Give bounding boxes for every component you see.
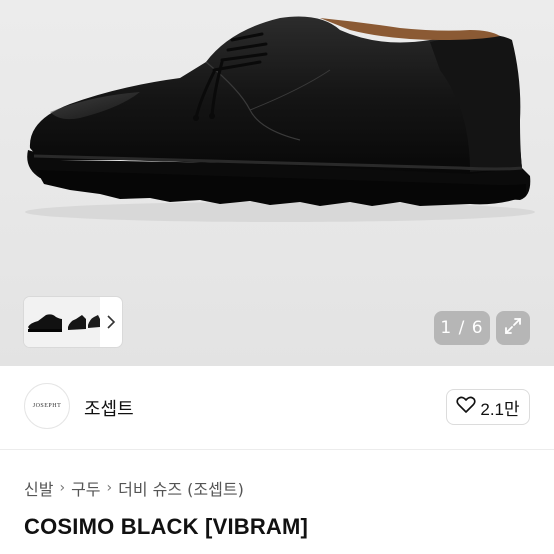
shop-logo[interactable]: JOSEPHT xyxy=(24,383,70,429)
thumbnail-image[interactable] xyxy=(24,297,100,347)
chevron-right-icon[interactable] xyxy=(106,297,116,347)
product-image-gallery[interactable]: 1 / 6 xyxy=(0,0,554,366)
breadcrumb-item[interactable]: 구두 xyxy=(71,476,100,500)
breadcrumb-item[interactable]: 신발 xyxy=(24,476,53,500)
shop-name[interactable]: 조셉트 xyxy=(84,395,134,421)
like-button[interactable]: 2.1만 xyxy=(446,389,530,425)
product-title: COSIMO BLACK [VIBRAM] xyxy=(24,514,309,539)
heart-outline-icon xyxy=(456,396,476,419)
shop-logo-text: JOSEPHT xyxy=(32,402,62,409)
chevron-right-icon: › xyxy=(106,480,113,496)
expand-icon xyxy=(503,316,523,340)
breadcrumb-item[interactable]: 더비 슈즈 (조셉트) xyxy=(118,476,244,500)
shop-info-row: JOSEPHT 조셉트 2.1만 xyxy=(0,366,554,450)
chevron-right-icon: › xyxy=(59,480,66,496)
breadcrumb: 신발 › 구두 › 더비 슈즈 (조셉트) xyxy=(24,476,244,500)
like-count: 2.1만 xyxy=(480,399,520,419)
image-page-counter: 1 / 6 xyxy=(434,311,490,345)
expand-button[interactable] xyxy=(496,311,530,345)
thumbnail-strip[interactable] xyxy=(24,297,122,347)
